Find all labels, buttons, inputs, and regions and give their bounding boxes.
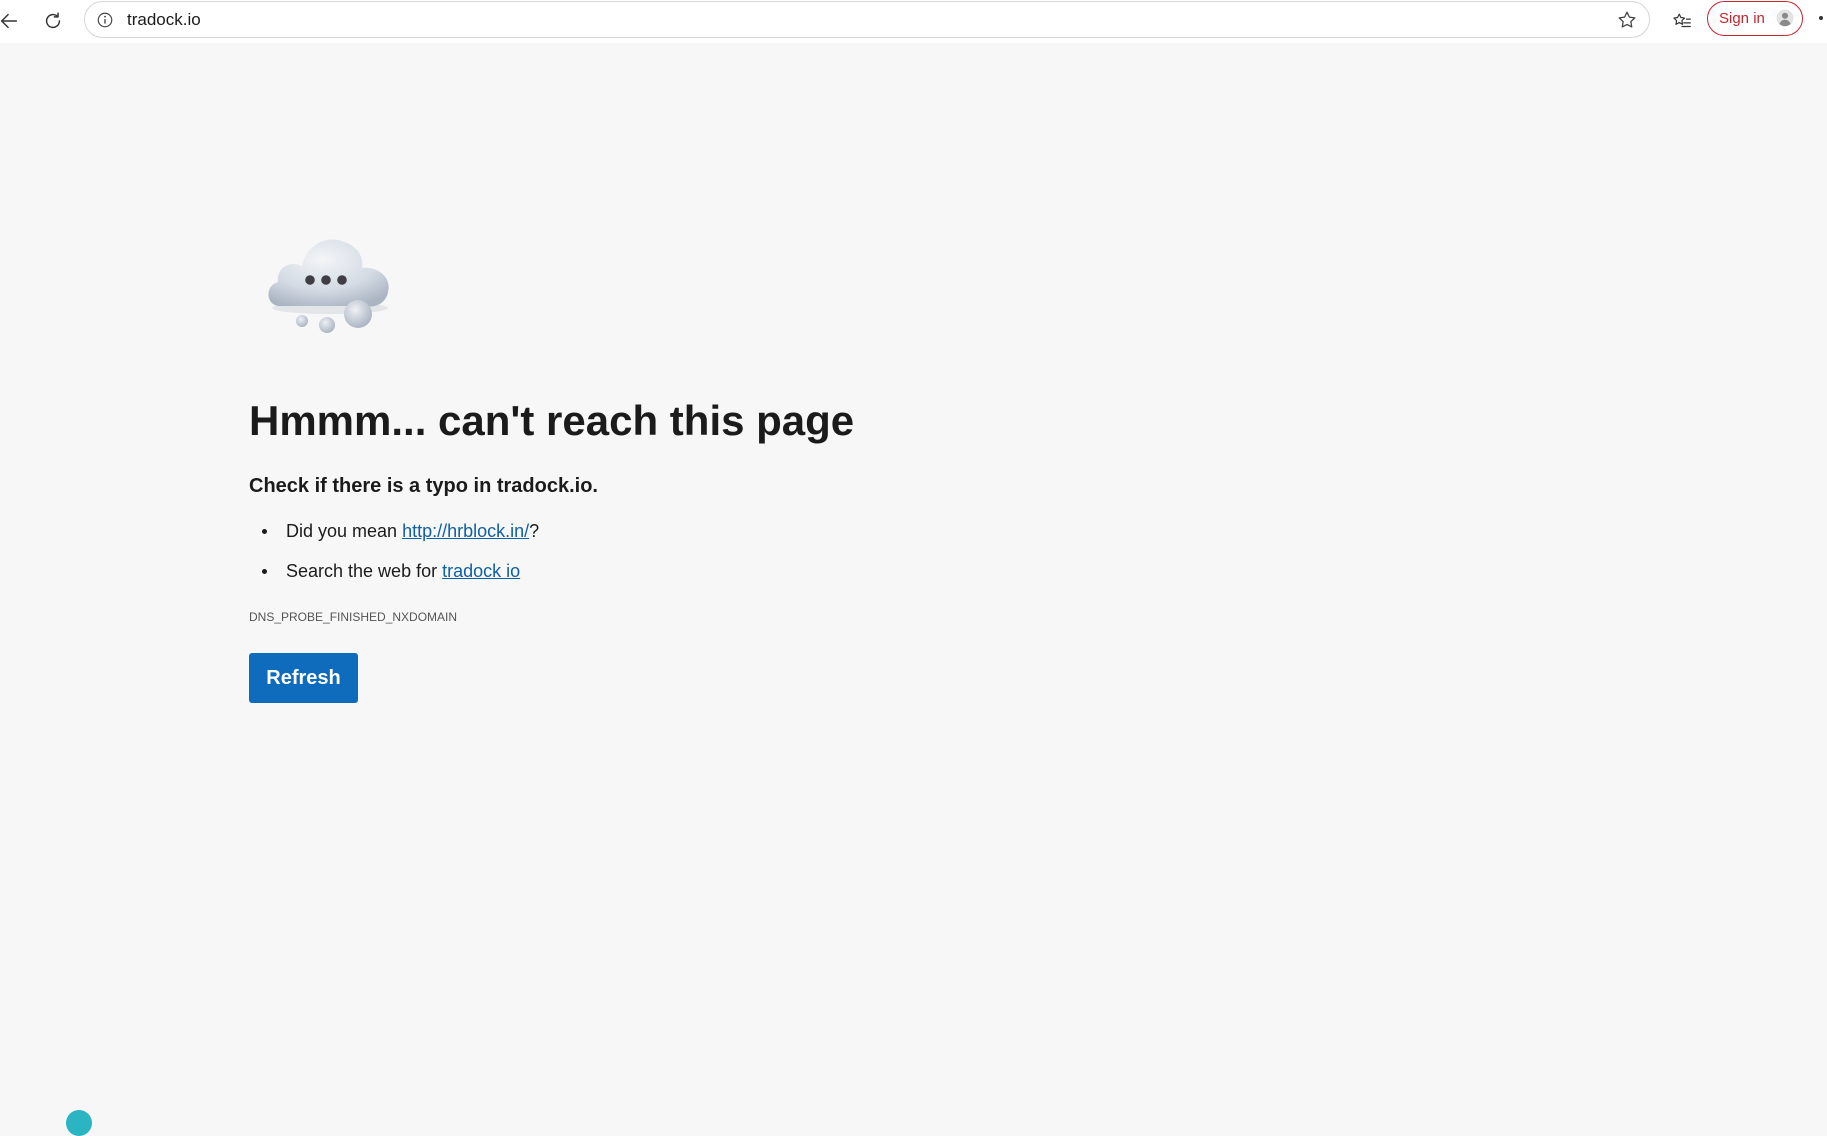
- favorites-icon: [1673, 13, 1691, 28]
- suggestion-suffix: ?: [529, 521, 540, 541]
- address-bar[interactable]: [84, 1, 1650, 38]
- page-subtitle: Check if there is a typo in tradock.io.: [249, 475, 598, 497]
- favorites-button[interactable]: [1665, 4, 1699, 38]
- info-icon[interactable]: [95, 10, 115, 30]
- browser-toolbar: Sign in: [0, 0, 1827, 43]
- more-icon[interactable]: [1819, 16, 1823, 20]
- url-input[interactable]: [127, 2, 1527, 37]
- refresh-button[interactable]: Refresh: [249, 653, 358, 703]
- sign-in-button[interactable]: Sign in: [1707, 1, 1803, 36]
- suggestion-list: Did you mean http://hrblock.in/? Search …: [249, 519, 539, 599]
- search-web-link[interactable]: tradock io: [442, 561, 520, 581]
- bullet-icon: [262, 569, 267, 574]
- reload-button[interactable]: [36, 4, 70, 38]
- reload-icon: [45, 12, 61, 29]
- list-item: Search the web for tradock io: [249, 559, 539, 599]
- person-icon: [1776, 9, 1794, 27]
- sign-in-label: Sign in: [1719, 10, 1765, 27]
- cloud-icon: [268, 239, 389, 333]
- suggestion-text: Did you mean: [286, 521, 403, 541]
- bullet-icon: [262, 529, 267, 534]
- error-code: DNS_PROBE_FINISHED_NXDOMAIN: [249, 610, 458, 624]
- corner-badge: [66, 1110, 92, 1136]
- did-you-mean-link[interactable]: http://hrblock.in/: [402, 521, 529, 541]
- page-title: Hmmm... can't reach this page: [249, 397, 855, 444]
- list-item: Did you mean http://hrblock.in/?: [249, 519, 539, 559]
- back-button[interactable]: [0, 4, 26, 38]
- suggestion-text: Search the web for: [286, 561, 443, 581]
- star-icon[interactable]: [1615, 8, 1639, 32]
- back-arrow-icon: [0, 13, 18, 29]
